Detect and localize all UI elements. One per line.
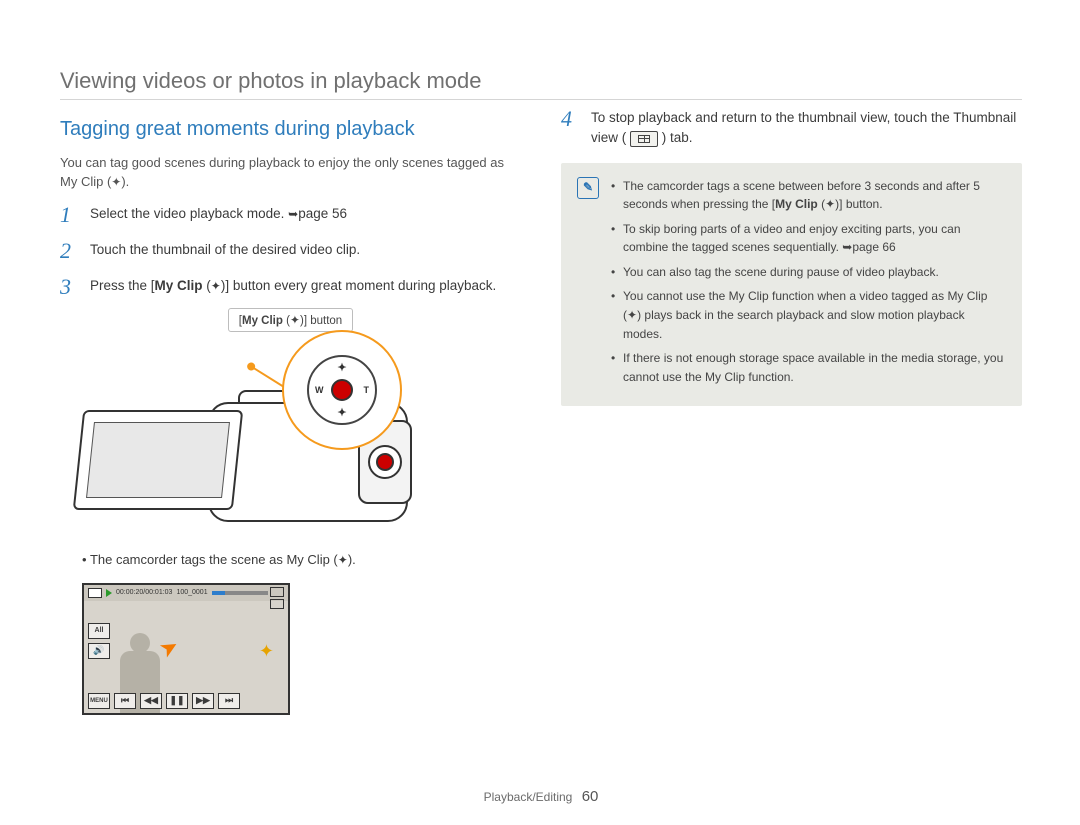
two-column-layout: Tagging great moments during playback Yo… [60, 108, 1022, 778]
manual-page: Viewing videos or photos in playback mod… [0, 0, 1080, 825]
forward-button[interactable]: ▶▶ [192, 693, 214, 709]
footer-section: Playback/Editing [484, 790, 573, 804]
right-column: 4 To stop playback and return to the thu… [561, 108, 1022, 778]
step-body: To stop playback and return to the thumb… [591, 108, 1022, 149]
myclip-icon: ✦ [825, 197, 835, 211]
step-3-b: ( [203, 278, 211, 293]
note-box: ✎ The camcorder tags a scene between bef… [561, 163, 1022, 407]
my-clip-label: My Clip [242, 315, 283, 327]
callout-row: [My Clip (✦)] button [60, 308, 521, 332]
section-title: Tagging great moments during playback [60, 118, 521, 141]
note-item-1: The camcorder tags a scene between befor… [611, 177, 1006, 214]
tag-note-a: The camcorder tags the scene as My Clip … [90, 552, 338, 567]
step-3-a: Press the [ [90, 278, 155, 293]
next-button[interactable]: ⏭ [218, 693, 240, 709]
dpad-t-label: T [364, 385, 370, 395]
my-clip-label: My Clip [155, 278, 203, 293]
tag-note-b: ). [348, 552, 356, 567]
steps-list: 1 Select the video playback mode. ➥page … [60, 204, 521, 298]
myclip-icon: ✦ [290, 313, 300, 327]
n1-c: )] button. [835, 197, 882, 211]
note-item-2: To skip boring parts of a video and enjo… [611, 220, 1006, 257]
playback-side-buttons: All 🔊 [88, 623, 110, 659]
myclip-icon: ✦ [338, 553, 348, 567]
rewind-button[interactable]: ◀◀ [140, 693, 162, 709]
n2-a: To skip boring parts of a video and enjo… [623, 222, 961, 255]
note-item-5: If there is not enough storage space ava… [611, 349, 1006, 386]
camcorder-screen-inner [86, 422, 230, 498]
intro-text: You can tag good scenes during playback … [60, 154, 521, 192]
my-clip-label: My Clip [775, 197, 818, 211]
note-list: The camcorder tags a scene between befor… [611, 177, 1006, 393]
tag-result-note: The camcorder tags the scene as My Clip … [82, 551, 521, 570]
playback-topbar: 00:00:20/00:01:03 100_0001 [84, 585, 288, 601]
step-4-b: ) tab. [662, 130, 693, 145]
dpad-center-icon [331, 379, 353, 401]
note-item-4: You cannot use the My Clip function when… [611, 287, 1006, 343]
step-2: 2 Touch the thumbnail of the desired vid… [60, 240, 521, 262]
page-title: Viewing videos or photos in playback mod… [60, 68, 1022, 100]
step-1: 1 Select the video playback mode. ➥page … [60, 204, 521, 226]
callout-c: )] button [300, 315, 342, 327]
step-number: 2 [60, 240, 78, 262]
dpad-w-label: W [315, 385, 324, 395]
prev-button[interactable]: ⏮ [114, 693, 136, 709]
page-number: 60 [582, 788, 599, 805]
note-item-3: You can also tag the scene during pause … [611, 263, 1006, 282]
pause-button[interactable]: ❚❚ [166, 693, 188, 709]
camcorder-flip-screen [73, 410, 244, 510]
step-number: 4 [561, 108, 579, 149]
page-ref-arrow-icon: ➥ [288, 207, 298, 221]
menu-button[interactable]: MENU [88, 693, 110, 709]
play-icon [106, 589, 112, 597]
all-button[interactable]: All [88, 623, 110, 639]
step-body: Touch the thumbnail of the desired video… [90, 240, 360, 262]
n2-page: page 66 [852, 240, 895, 254]
playback-controls: MENU ⏮ ◀◀ ❚❚ ▶▶ ⏭ [88, 693, 240, 709]
myclip-icon: ✦ [627, 308, 637, 322]
step-4: 4 To stop playback and return to the thu… [561, 108, 1022, 149]
page-ref-arrow-icon: ➥ [842, 240, 852, 254]
camcorder-illustration: ✦ ✦ W T [68, 338, 428, 538]
myclip-icon: ✦ [111, 175, 121, 189]
note-info-icon: ✎ [577, 177, 599, 199]
step-1-text: Select the video playback mode. [90, 206, 288, 221]
battery-icon [270, 587, 284, 597]
zoom-callout-circle: ✦ ✦ W T [282, 330, 402, 450]
step-3: 3 Press the [My Clip (✦)] button every g… [60, 276, 521, 298]
record-button-icon [368, 445, 402, 479]
playback-screen-illustration: 00:00:20/00:01:03 100_0001 All 🔊 [82, 583, 290, 715]
step-body: Select the video playback mode. ➥page 56 [90, 204, 347, 226]
intro-text-b: ). [121, 174, 129, 189]
n1-b: ( [818, 197, 825, 211]
clip-name-label: 100_0001 [176, 589, 207, 596]
progress-bar [212, 591, 268, 595]
step-3-c: )] button every great moment during play… [221, 278, 496, 293]
left-column: Tagging great moments during playback Yo… [60, 108, 521, 778]
myclip-icon: ✦ [211, 279, 221, 293]
myclip-icon: ✦ [337, 361, 346, 374]
steps-list-right: 4 To stop playback and return to the thu… [561, 108, 1022, 149]
dpad-control: ✦ ✦ W T [307, 355, 377, 425]
myclip-tag-icon: ✦ [259, 641, 274, 662]
step-body: Press the [My Clip (✦)] button every gre… [90, 276, 496, 298]
n4-b: ) plays back in the search playback and … [623, 308, 965, 341]
step-number: 3 [60, 276, 78, 298]
myclip-icon: ✦ [337, 406, 346, 419]
volume-button[interactable]: 🔊 [88, 643, 110, 659]
page-footer: Playback/Editing 60 [60, 778, 1022, 805]
playback-body: All 🔊 ➤ ✦ MENU ⏮ ◀◀ ❚❚ ▶▶ ⏭ [84, 601, 288, 713]
timecode-label: 00:00:20/00:01:03 [116, 589, 172, 596]
thumbnail-view-icon [630, 131, 658, 147]
thumbnail-icon [88, 588, 102, 598]
callout-b: ( [283, 315, 290, 327]
step-number: 1 [60, 204, 78, 226]
step-1-pageref: page 56 [298, 206, 347, 221]
callout-label: [My Clip (✦)] button [228, 308, 353, 332]
